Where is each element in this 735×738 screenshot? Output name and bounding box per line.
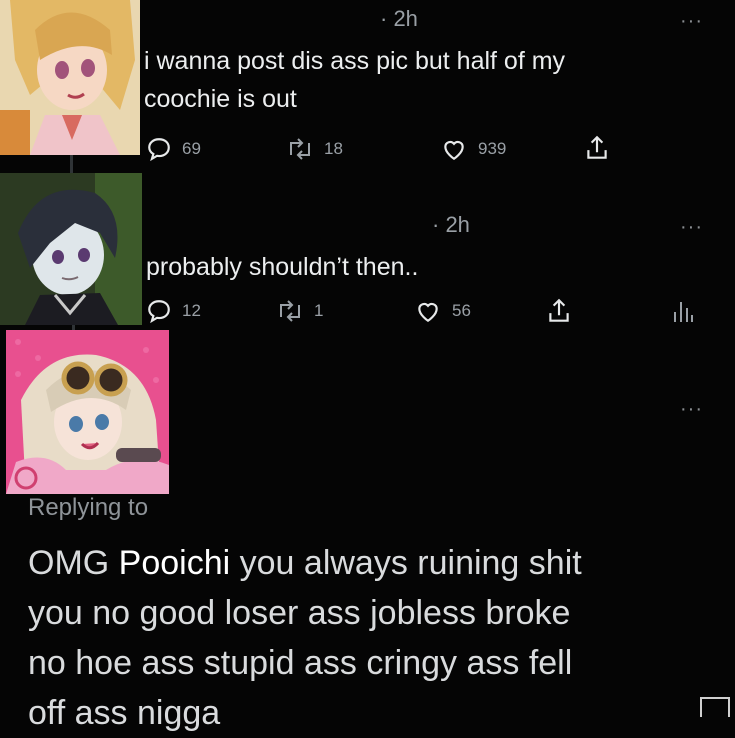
tweet2-analytics-button[interactable]	[672, 298, 694, 324]
tweet2-timestamp[interactable]: · 2h	[432, 212, 470, 238]
reply-text-line1: OMG Pooichi you always ruining shit	[28, 538, 728, 588]
tweet2-reply-button[interactable]: 12	[146, 298, 201, 324]
tweet2-retweet-button[interactable]: 1	[276, 298, 323, 324]
retweet-icon	[280, 300, 300, 322]
thread-line	[70, 155, 73, 173]
tweet1-retweet-button[interactable]: 18	[286, 136, 343, 162]
reply-text-prefix: OMG	[28, 544, 110, 582]
tweet1-like-count: 939	[478, 139, 507, 158]
retweet-icon	[290, 138, 310, 160]
avatar-reply[interactable]	[6, 330, 169, 494]
replying-to-label: Replying to	[28, 494, 149, 521]
avatar-image-blonde-girl	[0, 0, 140, 155]
mention-link[interactable]: Pooichi	[119, 544, 231, 582]
tweet2-like-count: 56	[452, 301, 471, 320]
tweet1-share-button[interactable]	[584, 134, 610, 162]
tweet1-text-line2: coochie is out	[144, 85, 297, 113]
reply-text-line3: no hoe ass stupid ass cringy ass fell	[28, 644, 573, 682]
avatar-image-goggles-girl	[6, 330, 169, 494]
more-icon[interactable]: ···	[680, 11, 703, 31]
avatar-image-dark-haired-boy	[0, 173, 142, 325]
reply-text-suffix: you always ruining shit	[239, 544, 582, 582]
tweet2-reply-count: 12	[182, 301, 201, 320]
analytics-icon	[674, 302, 693, 322]
tweet1-timestamp[interactable]: · 2h	[380, 6, 418, 32]
reply-icon	[148, 300, 170, 324]
tweet1-reply-button[interactable]: 69	[146, 136, 201, 162]
like-icon	[418, 302, 438, 323]
tweet2-like-button[interactable]: 56	[414, 298, 471, 324]
tweet2-share-button[interactable]	[546, 297, 572, 325]
reply-text: OMG Pooichi you always ruining shit you …	[28, 538, 728, 738]
tweet2-text: probably shouldn’t then..	[146, 253, 419, 281]
tweet1-text-line1: i wanna post dis ass pic but half of my	[144, 47, 566, 75]
tweet1-like-button[interactable]: 939	[440, 136, 506, 162]
share-icon	[587, 135, 607, 159]
tweet1-retweet-count: 18	[324, 139, 343, 158]
avatar-tweet1[interactable]	[0, 0, 140, 155]
share-icon	[549, 298, 569, 322]
like-icon	[444, 140, 464, 161]
tweet1-reply-count: 69	[182, 139, 201, 158]
tweet2-retweet-count: 1	[314, 301, 324, 320]
reply-text-line2: you no good loser ass jobless broke	[28, 594, 571, 632]
more-icon[interactable]: ···	[680, 217, 703, 237]
more-icon[interactable]: ···	[680, 399, 703, 419]
avatar-tweet2[interactable]	[0, 173, 142, 325]
reply-icon	[148, 138, 170, 162]
checkbox-icon[interactable]	[700, 697, 730, 717]
reply-text-line4: off ass nigga	[28, 694, 221, 732]
